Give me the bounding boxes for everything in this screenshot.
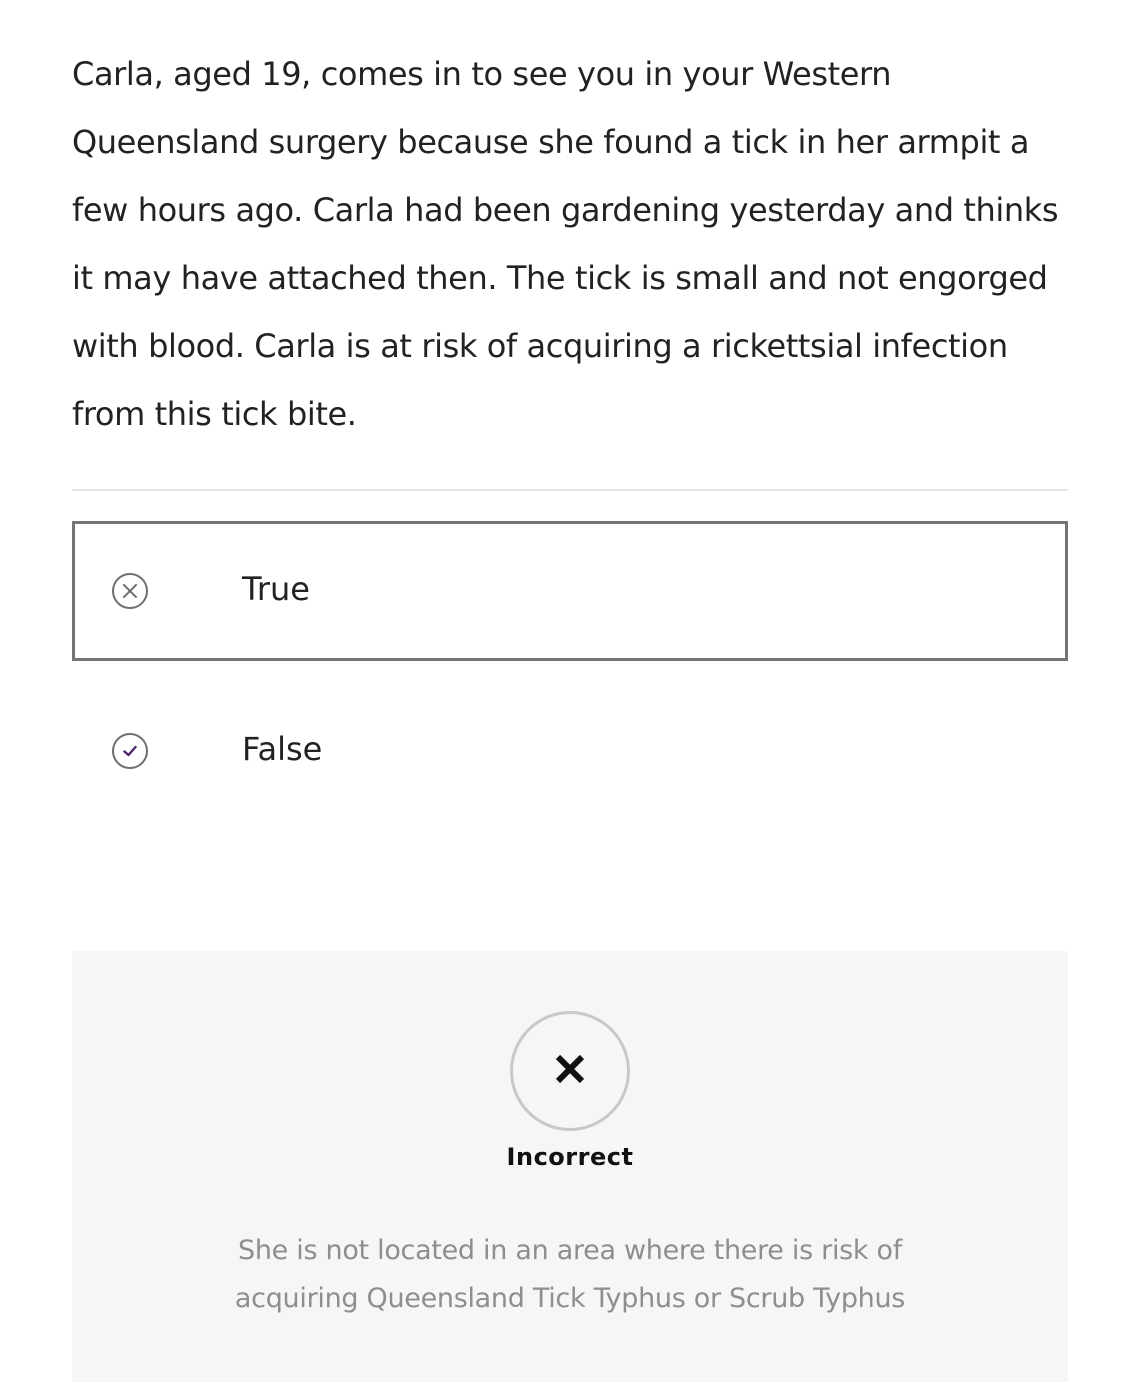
- question-text: Carla, aged 19, comes in to see you in y…: [72, 55, 1059, 433]
- incorrect-badge: [510, 1011, 630, 1131]
- x-circle-icon: [112, 573, 148, 609]
- option-true[interactable]: True: [72, 521, 1068, 661]
- feedback-panel: Incorrect She is not located in an area …: [72, 951, 1068, 1382]
- divider: [72, 489, 1068, 491]
- option-label: True: [242, 570, 310, 608]
- option-label: False: [242, 730, 323, 768]
- feedback-explanation: She is not located in an area where ther…: [234, 1235, 906, 1314]
- option-false[interactable]: False: [72, 681, 1068, 821]
- check-circle-icon: [112, 733, 148, 769]
- x-icon: [553, 1052, 587, 1090]
- feedback-status: Incorrect: [506, 1143, 634, 1171]
